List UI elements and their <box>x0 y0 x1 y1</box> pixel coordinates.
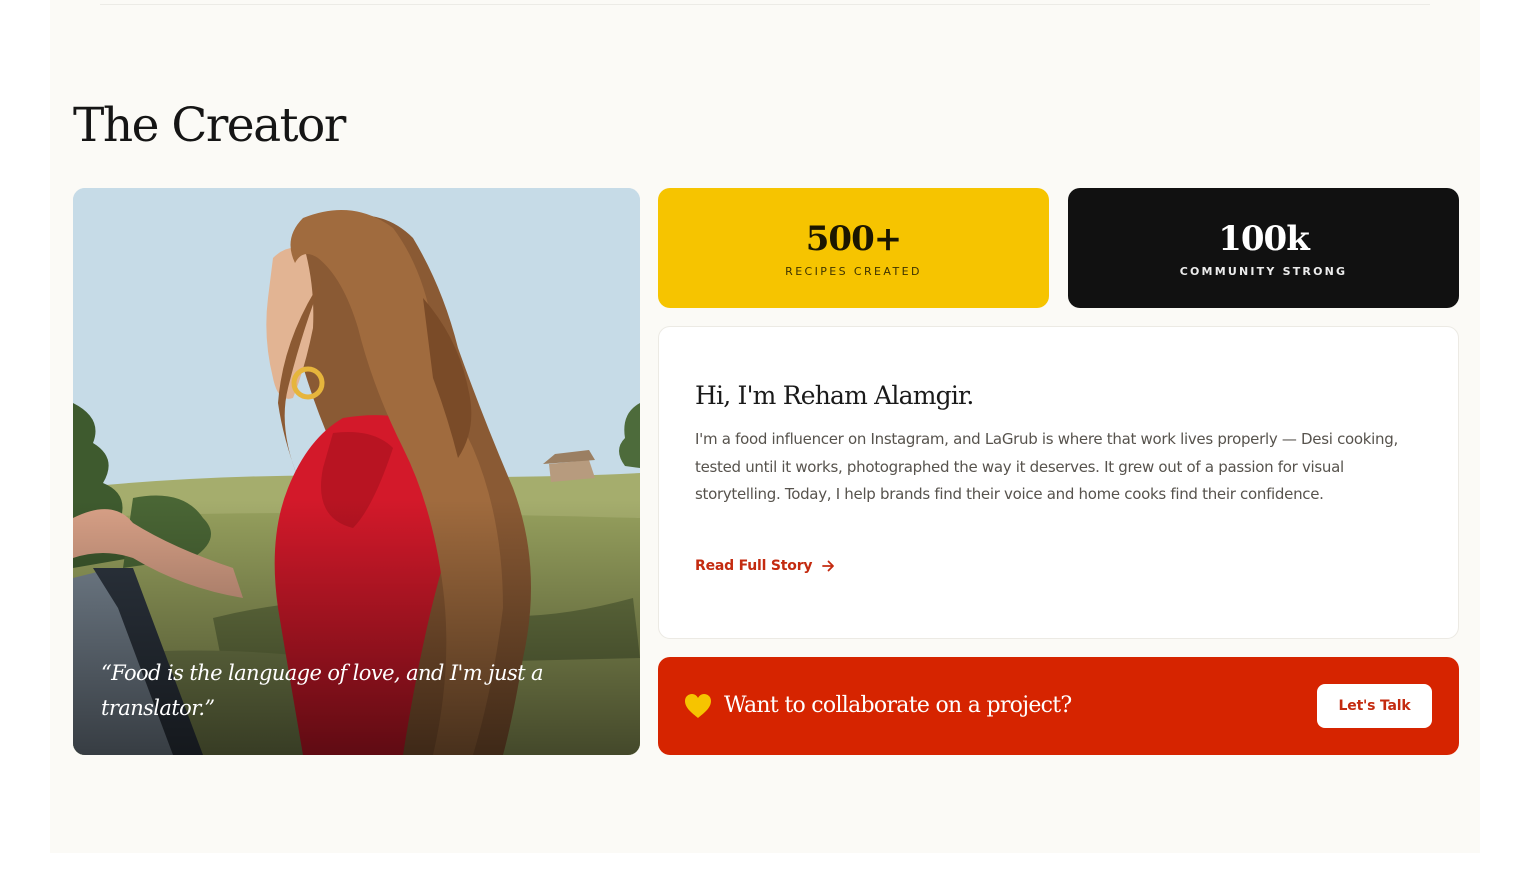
arrow-right-icon <box>822 560 835 572</box>
stat-value: 100k <box>1218 219 1310 259</box>
heart-icon <box>685 694 711 718</box>
stat-card-community: 100k COMMUNITY STRONG <box>1068 188 1459 308</box>
bio-text: I'm a food influencer on Instagram, and … <box>695 430 1398 503</box>
section-title: The Creator <box>73 98 346 153</box>
stat-card-recipes: 500+ RECIPES CREATED <box>658 188 1049 308</box>
bio-heading: Hi, I'm Reham Alamgir. <box>695 381 974 410</box>
creator-image-card: “Food is the language of love, and I'm j… <box>73 188 640 755</box>
bio-card: Hi, I'm Reham Alamgir. I'm a food influe… <box>658 326 1459 639</box>
collaborate-banner: Want to collaborate on a project? Let's … <box>658 657 1459 755</box>
read-full-story-link[interactable]: Read Full Story <box>695 558 835 574</box>
stat-value: 500+ <box>805 219 902 259</box>
stat-label: COMMUNITY STRONG <box>1179 265 1348 278</box>
collaborate-text: Want to collaborate on a project? <box>724 693 1072 718</box>
read-full-story-label: Read Full Story <box>695 558 813 574</box>
creator-quote: “Food is the language of love, and I'm j… <box>101 661 544 720</box>
stat-label: RECIPES CREATED <box>785 265 922 278</box>
top-divider <box>100 4 1430 5</box>
creator-section: The Creator “Food is the language of lov… <box>50 0 1480 853</box>
lets-talk-button[interactable]: Let's Talk <box>1317 684 1432 728</box>
